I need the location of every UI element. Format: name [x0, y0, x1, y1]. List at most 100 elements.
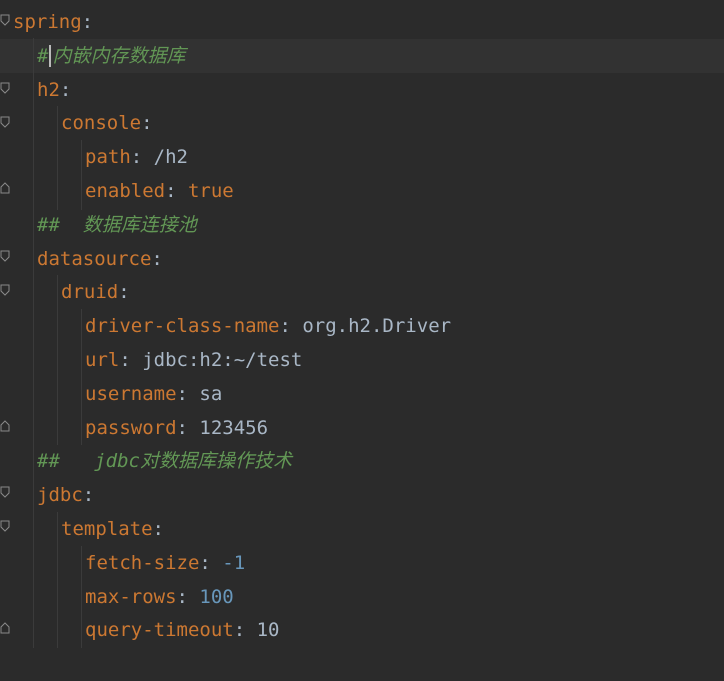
line-text: driver-class-name: org.h2.Driver	[85, 309, 451, 343]
yaml-key: max-rows	[85, 585, 177, 608]
code-line[interactable]: url: jdbc:h2:~/test	[0, 343, 724, 377]
yaml-colon: :	[118, 281, 130, 304]
yaml-colon: :	[176, 585, 188, 608]
yaml-colon: :	[233, 619, 246, 642]
code-line[interactable]: path: /h2	[0, 140, 724, 174]
line-text: enabled: true	[85, 174, 234, 208]
line-text: jdbc:	[37, 478, 94, 512]
yaml-comment: # 内嵌内存数据库	[37, 44, 186, 68]
code-line[interactable]: template:	[0, 512, 724, 546]
line-text: template:	[61, 512, 164, 546]
yaml-colon: :	[82, 484, 95, 507]
yaml-colon: :	[141, 112, 153, 135]
yaml-value: sa	[187, 382, 223, 405]
fold-collapse-icon[interactable]	[0, 116, 10, 128]
yaml-value: true	[176, 180, 234, 202]
yaml-colon: :	[81, 11, 94, 33]
line-text: path: /h2	[85, 140, 188, 174]
yaml-key: password	[85, 416, 177, 439]
line-text: # 内嵌内存数据库	[37, 39, 185, 73]
code-line[interactable]: max-rows: 100	[0, 580, 724, 614]
yaml-key: enabled	[85, 180, 166, 202]
yaml-key: druid	[61, 281, 119, 304]
fold-end-icon[interactable]	[0, 420, 10, 432]
yaml-key: template	[61, 518, 153, 540]
code-line[interactable]: username: sa	[0, 377, 724, 411]
yaml-key: query-timeout	[85, 619, 234, 642]
code-line[interactable]: h2:	[0, 73, 724, 107]
line-text: username: sa	[85, 377, 222, 411]
yaml-colon: :	[176, 416, 188, 439]
code-line[interactable]: # 内嵌内存数据库	[0, 38, 724, 73]
line-text: h2:	[37, 73, 71, 107]
fold-end-icon[interactable]	[0, 182, 10, 194]
yaml-value: jdbc:h2:~/test	[130, 349, 303, 371]
code-editor[interactable]: spring: # 内嵌内存数据库 h2: console: path: /h2 enabl…	[0, 0, 724, 681]
fold-collapse-icon[interactable]	[0, 82, 10, 94]
line-text: console:	[61, 106, 153, 140]
line-text: ## 数据库连接池	[37, 208, 197, 242]
line-text: fetch-size: -1	[85, 546, 245, 580]
yaml-colon: :	[279, 315, 291, 338]
yaml-key: url	[85, 349, 120, 371]
code-line[interactable]: jdbc:	[0, 478, 724, 512]
code-line[interactable]: ## 数据库连接池	[0, 208, 724, 242]
yaml-key: jdbc	[37, 484, 83, 507]
code-line[interactable]: enabled: true	[0, 174, 724, 208]
line-text: url: jdbc:h2:~/test	[85, 343, 302, 377]
line-text: query-timeout: 10	[85, 613, 280, 647]
yaml-colon: :	[119, 349, 131, 371]
yaml-key: console	[61, 112, 142, 135]
line-text: druid:	[61, 275, 130, 309]
code-line[interactable]: driver-class-name: org.h2.Driver	[0, 309, 724, 343]
yaml-value: /h2	[142, 146, 188, 169]
yaml-colon: :	[130, 146, 143, 169]
fold-end-icon[interactable]	[0, 622, 10, 634]
code-line[interactable]: console:	[0, 106, 724, 140]
indent-guide	[81, 546, 82, 648]
indent-guide	[81, 309, 82, 445]
yaml-colon: :	[176, 382, 188, 405]
yaml-value: -1	[210, 551, 246, 574]
yaml-key: username	[85, 382, 177, 405]
fold-collapse-icon[interactable]	[0, 284, 10, 296]
indent-guide	[57, 106, 58, 210]
code-line[interactable]: fetch-size: -1	[0, 546, 724, 580]
yaml-value: 123456	[187, 416, 269, 439]
code-line[interactable]: query-timeout: 10	[0, 613, 724, 647]
line-text: password: 123456	[85, 411, 268, 445]
fold-collapse-icon[interactable]	[0, 486, 10, 498]
yaml-key: datasource	[37, 247, 152, 270]
code-line[interactable]: password: 123456	[0, 411, 724, 445]
yaml-key: path	[85, 146, 131, 169]
yaml-value: 100	[187, 585, 234, 608]
yaml-comment: ## jdbc对数据库操作技术	[37, 450, 292, 473]
yaml-colon: :	[152, 518, 164, 540]
yaml-colon: :	[165, 180, 177, 202]
line-text: max-rows: 100	[85, 580, 234, 614]
line-text: ## jdbc对数据库操作技术	[37, 444, 292, 478]
indent-guide	[33, 38, 34, 648]
fold-collapse-icon[interactable]	[0, 14, 10, 26]
yaml-key: driver-class-name	[85, 315, 280, 338]
yaml-colon: :	[59, 78, 72, 101]
yaml-colon: :	[151, 247, 163, 270]
yaml-key: spring	[13, 11, 82, 33]
line-text: datasource:	[37, 242, 163, 276]
indent-guide	[57, 512, 58, 648]
yaml-value: 10	[245, 619, 280, 642]
indent-guide	[57, 275, 58, 445]
fold-collapse-icon[interactable]	[0, 520, 10, 532]
fold-collapse-icon[interactable]	[0, 250, 10, 262]
yaml-colon: :	[199, 551, 211, 574]
yaml-key: fetch-size	[85, 551, 200, 574]
yaml-key: h2	[37, 78, 60, 101]
yaml-value: org.h2.Driver	[290, 315, 452, 338]
yaml-comment: ## 数据库连接池	[37, 213, 197, 236]
code-line[interactable]: datasource:	[0, 242, 724, 276]
line-text: spring:	[13, 5, 93, 39]
code-line[interactable]: druid:	[0, 275, 724, 309]
code-line[interactable]: spring:	[0, 5, 724, 39]
code-line[interactable]: ## jdbc对数据库操作技术	[0, 444, 724, 478]
indent-guide	[81, 140, 82, 210]
